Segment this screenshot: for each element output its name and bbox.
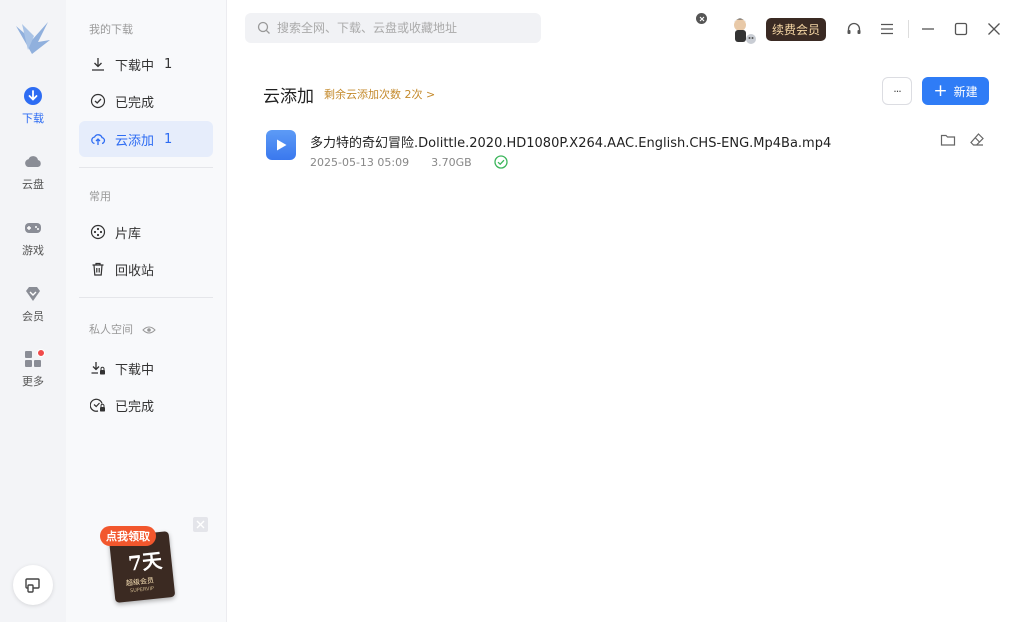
promo-days: 7天 (126, 548, 164, 576)
nav-item-label: 下载中 (115, 58, 155, 74)
nav-item-private-downloading[interactable]: 下载中 (79, 350, 213, 386)
file-name: 多力特的奇幻冒险.Dolittle.2020.HD1080P.X264.AAC.… (310, 136, 832, 151)
customer-service-button[interactable] (845, 20, 863, 38)
rail-label: 游戏 (22, 244, 44, 257)
rail-label: 更多 (22, 375, 44, 388)
minimize-icon (922, 28, 934, 30)
nav-item-private-completed[interactable]: 已完成 (79, 387, 213, 423)
search-box[interactable] (245, 13, 541, 43)
section-title-private-label: 私人空间 (89, 323, 133, 336)
page-title: 云添加 (263, 87, 314, 107)
avatar[interactable] (728, 14, 760, 46)
avatar-dismiss-button[interactable] (696, 13, 707, 24)
nav-item-library[interactable]: 片库 (79, 214, 213, 250)
close-icon (699, 16, 704, 21)
search-input[interactable] (277, 21, 527, 35)
close-window-button[interactable] (985, 20, 1003, 38)
diamond-icon (26, 287, 40, 301)
gamepad-icon (25, 223, 41, 233)
rail-item-vip[interactable]: 会员 (0, 284, 66, 324)
check-circle-icon (90, 93, 106, 109)
menu-button[interactable] (878, 20, 896, 38)
minimize-button[interactable] (919, 20, 937, 38)
menu-icon (881, 23, 893, 35)
download-arrow-icon (92, 58, 104, 71)
nav-item-label: 回收站 (115, 263, 155, 279)
promo-close-button[interactable] (193, 517, 208, 532)
new-task-button[interactable]: + 新建 (922, 77, 989, 105)
success-check-icon (494, 155, 508, 169)
video-file-icon (266, 130, 296, 160)
nav-item-label: 云添加 (115, 133, 155, 149)
open-folder-icon[interactable] (940, 132, 956, 148)
new-task-label: 新建 (953, 84, 978, 99)
play-icon (277, 139, 287, 151)
maximize-icon (954, 22, 968, 36)
close-icon (196, 520, 205, 529)
app-logo-icon (16, 22, 50, 54)
eye-icon[interactable] (141, 325, 156, 335)
nav-item-cloud-add[interactable]: 云添加 1 (79, 121, 213, 157)
nav-item-label: 已完成 (115, 399, 155, 415)
check-lock-icon (90, 398, 105, 412)
search-icon (257, 21, 270, 34)
nav-item-recycle-bin[interactable]: 回收站 (79, 251, 213, 287)
download-lock-icon (91, 362, 105, 375)
rail-label: 下载 (22, 112, 44, 125)
section-title-private: 私人空间 (89, 321, 156, 337)
divider (908, 20, 909, 38)
list-item[interactable]: 多力特的奇幻冒险.Dolittle.2020.HD1080P.X264.AAC.… (254, 120, 1002, 178)
more-icon: ··· (893, 84, 901, 98)
nav-item-count: 1 (164, 56, 173, 72)
rail-item-download[interactable]: 下载 (0, 86, 66, 126)
notification-dot (37, 349, 45, 357)
nav-item-label: 已完成 (115, 95, 155, 111)
divider (79, 297, 213, 298)
headset-icon (847, 22, 861, 34)
left-rail: 下载 云盘 游戏 会员 更多 (0, 0, 66, 622)
rail-item-games[interactable]: 游戏 (0, 218, 66, 258)
cloud-upload-icon (91, 134, 106, 145)
divider (79, 167, 213, 168)
renew-vip-button[interactable]: 续费会员 (766, 18, 827, 41)
file-meta: 2025-05-13 05:09 3.70GB (310, 155, 508, 169)
rail-label: 云盘 (22, 178, 44, 191)
eraser-icon[interactable] (969, 132, 985, 148)
cloud-icon (25, 156, 41, 167)
section-title-my-downloads: 我的下载 (89, 23, 133, 36)
more-options-button[interactable]: ··· (882, 77, 912, 105)
device-switch-button[interactable] (13, 565, 53, 605)
nav-item-label: 下载中 (115, 362, 155, 378)
plus-icon: + (933, 80, 948, 101)
nav-item-downloading[interactable]: 下载中 1 (79, 46, 213, 82)
promo-tag: 点我领取 (100, 526, 156, 546)
download-icon (24, 87, 42, 105)
device-icon (25, 578, 40, 593)
rail-item-more[interactable]: 更多 (0, 349, 66, 389)
rail-label: 会员 (22, 310, 44, 323)
film-reel-icon (90, 224, 106, 240)
nav-item-label: 片库 (115, 226, 142, 242)
vip-promo-banner[interactable]: 7天 超级会员 SUPERVIP 点我领取 (100, 526, 178, 604)
section-title-common: 常用 (89, 190, 111, 203)
rail-item-cloud[interactable]: 云盘 (0, 152, 66, 192)
remaining-quota-link[interactable]: 剩余云添加次数 2次 > (324, 86, 435, 102)
file-size: 3.70GB (431, 155, 472, 169)
close-icon (988, 23, 1000, 35)
nav-item-count: 1 (164, 131, 173, 147)
trash-icon (92, 262, 104, 276)
nav-item-completed[interactable]: 已完成 (79, 83, 213, 119)
file-date: 2025-05-13 05:09 (310, 155, 410, 169)
maximize-button[interactable] (952, 20, 970, 38)
